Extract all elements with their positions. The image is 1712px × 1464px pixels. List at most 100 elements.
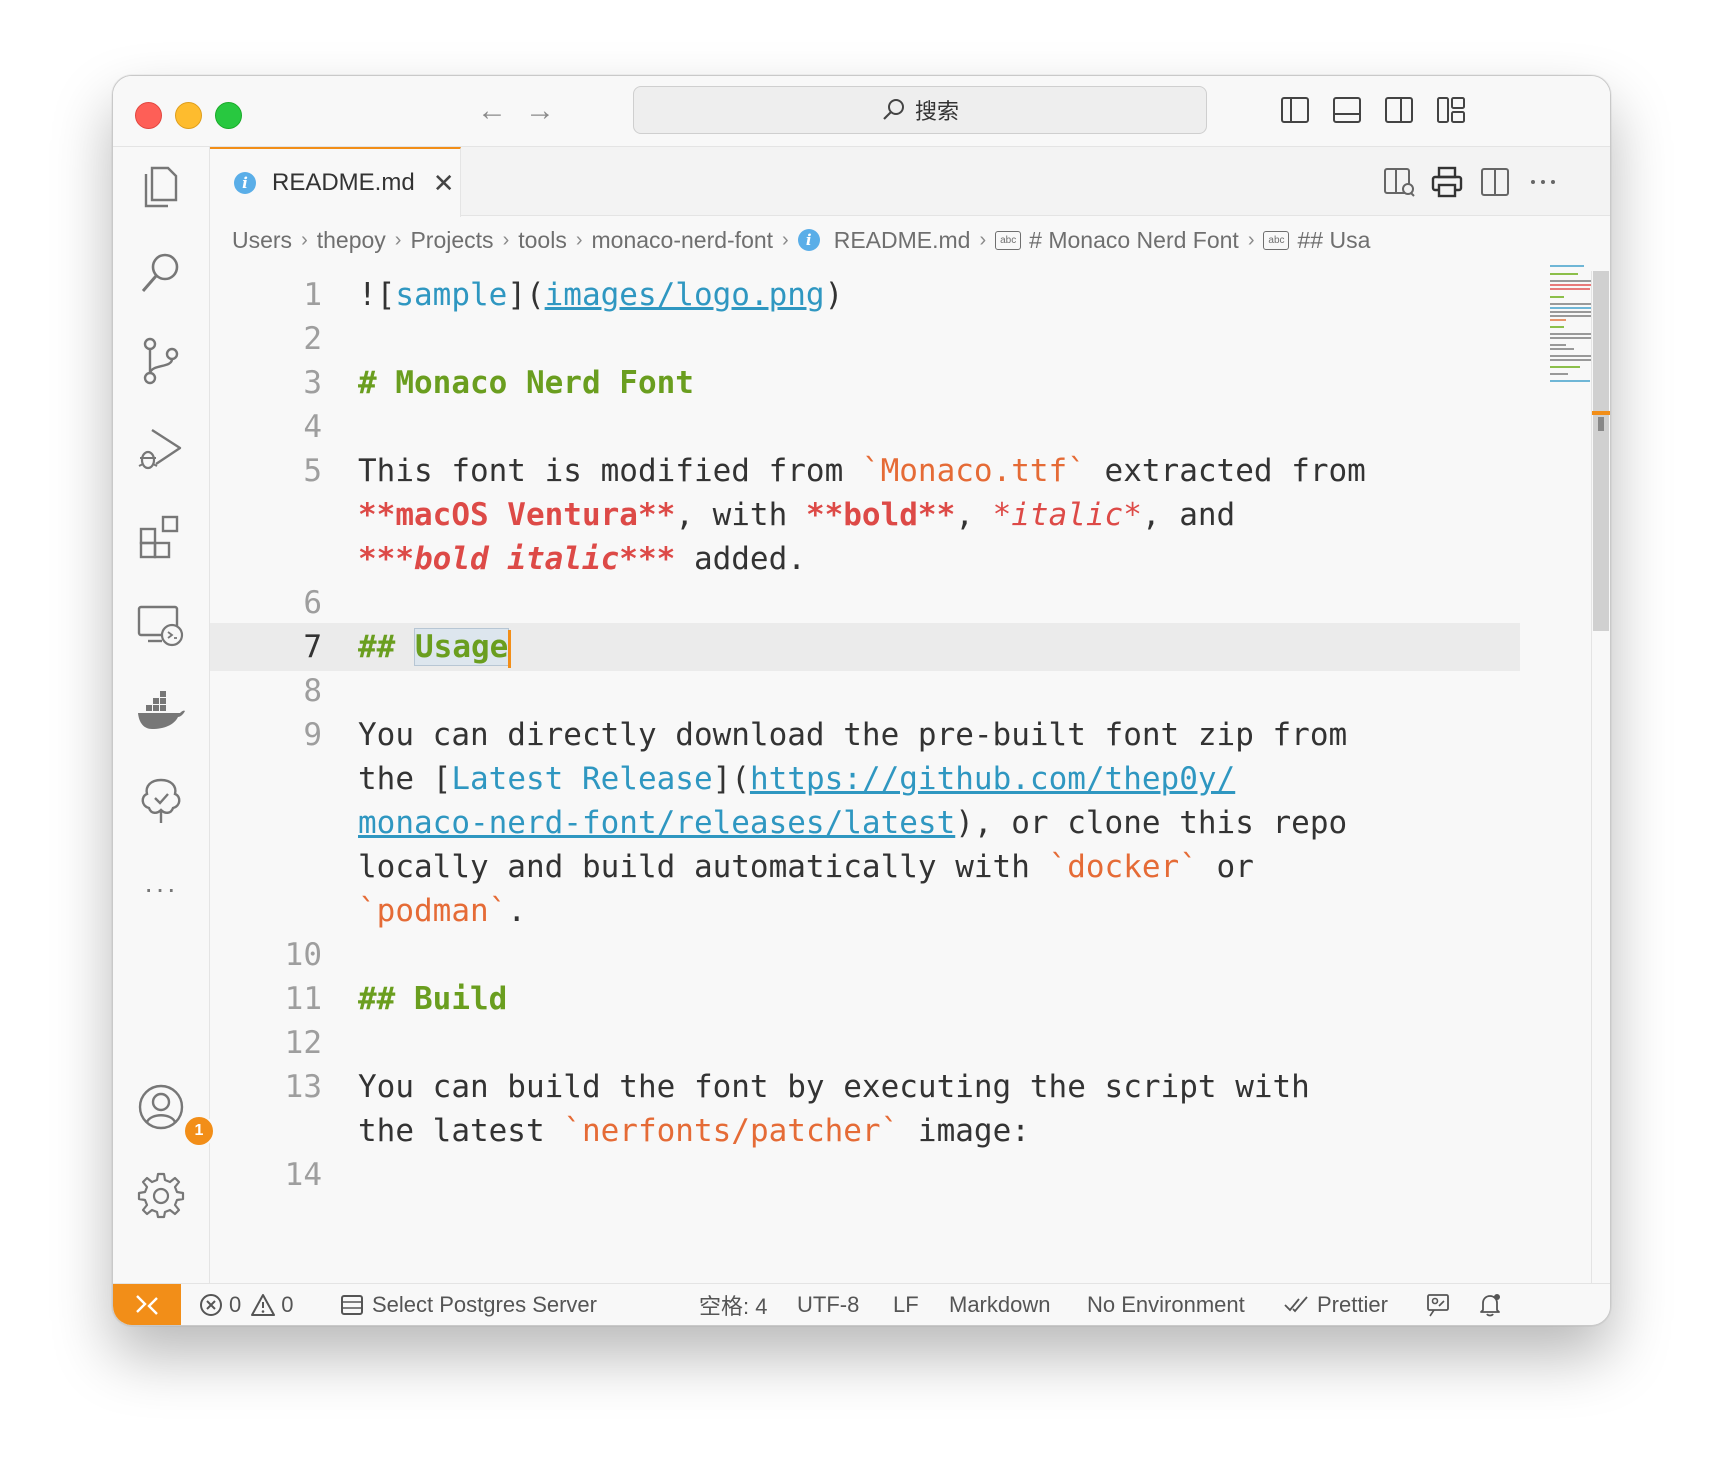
- code-text: monaco-nerd-font/releases/latest), or cl…: [358, 805, 1348, 841]
- forward-arrow-icon[interactable]: →: [525, 94, 555, 128]
- release-url-link[interactable]: https://github.com/thep0y/: [750, 761, 1235, 797]
- code-line-wrap: the latest `nerfonts/patcher` image:: [210, 1107, 1520, 1155]
- chevron-right-icon: ›: [575, 228, 583, 251]
- eol-selector[interactable]: LF: [893, 1284, 919, 1325]
- tab-label: README.md: [272, 169, 415, 196]
- accounts-button[interactable]: 1: [135, 1081, 215, 1147]
- command-center-search[interactable]: 搜索: [633, 86, 1207, 134]
- source-control-button[interactable]: [135, 335, 187, 387]
- line-number: 14: [284, 1157, 322, 1193]
- minimize-window-button[interactable]: [175, 102, 202, 129]
- more-actions-icon[interactable]: [1526, 165, 1560, 199]
- print-icon[interactable]: [1430, 165, 1464, 199]
- string-symbol-icon: abc: [995, 230, 1022, 250]
- zoom-window-button[interactable]: [215, 102, 242, 129]
- title-bar: ← → 搜索: [113, 76, 1610, 147]
- extensions-icon: [139, 515, 179, 559]
- toggle-primary-sidebar-icon[interactable]: [1279, 94, 1311, 126]
- image-url-link[interactable]: images/logo.png: [545, 277, 825, 313]
- language-mode-selector[interactable]: Markdown: [949, 1284, 1050, 1325]
- breadcrumb-readme[interactable]: README.md: [834, 227, 971, 254]
- code-text: You can directly download the pre-built …: [358, 717, 1348, 753]
- breadcrumb-heading-monaco[interactable]: # Monaco Nerd Font: [1029, 227, 1239, 254]
- search-icon: [141, 253, 179, 292]
- docker-button[interactable]: [135, 687, 187, 739]
- error-icon: [200, 1294, 222, 1316]
- notifications-button[interactable]: [1477, 1284, 1503, 1325]
- remote-indicator-button[interactable]: [113, 1284, 181, 1325]
- heading-text: ## Build: [358, 981, 508, 1017]
- account-icon: [138, 1084, 184, 1130]
- breadcrumb-tools[interactable]: tools: [518, 227, 567, 254]
- split-editor-icon[interactable]: [1478, 165, 1512, 199]
- code-text: ***bold italic*** added.: [358, 541, 806, 577]
- prettier-label: Prettier: [1317, 1292, 1388, 1317]
- warning-icon: [251, 1294, 276, 1316]
- code-line: 2: [210, 315, 1520, 363]
- line-number: 10: [284, 937, 322, 973]
- breadcrumb-thepoy[interactable]: thepoy: [317, 227, 386, 254]
- warning-count: 0: [281, 1292, 294, 1317]
- code-line-wrap: monaco-nerd-font/releases/latest), or cl…: [210, 799, 1520, 847]
- files-icon: [144, 166, 178, 208]
- remote-icon: [136, 1295, 158, 1315]
- breadcrumb-projects[interactable]: Projects: [410, 227, 493, 254]
- breadcrumb-users[interactable]: Users: [232, 227, 292, 254]
- bell-icon: [1480, 1294, 1500, 1317]
- remote-explorer-icon: [137, 605, 184, 647]
- feedback-icon: [1427, 1294, 1449, 1317]
- heading-text: ## Usage: [358, 623, 512, 671]
- info-icon: i: [797, 229, 820, 251]
- code-line: 4: [210, 403, 1520, 451]
- vscode-window: ← → 搜索 ··· 1 i README.md ✕ Users › thepo…: [112, 75, 1611, 1326]
- release-url-link[interactable]: monaco-nerd-font/releases/latest: [358, 805, 955, 841]
- editor-area[interactable]: 1 ![sample](images/logo.png) 2 3 # Monac…: [210, 263, 1610, 1283]
- environment-selector[interactable]: No Environment: [1087, 1284, 1245, 1325]
- close-window-button[interactable]: [135, 102, 162, 129]
- code-text: This font is modified from `Monaco.ttf` …: [358, 453, 1366, 489]
- more-views-button[interactable]: ···: [135, 863, 187, 915]
- code-line: 5 This font is modified from `Monaco.ttf…: [210, 447, 1520, 495]
- tree-icon: [141, 778, 181, 823]
- encoding-selector[interactable]: UTF-8: [797, 1284, 859, 1325]
- code-line-wrap: the [Latest Release](https://github.com/…: [210, 755, 1520, 803]
- explorer-button[interactable]: [135, 159, 187, 211]
- gitlens-button[interactable]: [135, 775, 187, 827]
- breadcrumb-heading-usage[interactable]: ## Usa: [1297, 227, 1370, 254]
- postgres-server-selector[interactable]: Select Postgres Server: [340, 1284, 597, 1325]
- vertical-scrollbar[interactable]: [1591, 271, 1610, 1283]
- run-debug-button[interactable]: [135, 423, 187, 475]
- remote-explorer-button[interactable]: [135, 599, 187, 651]
- scrollbar-thumb[interactable]: [1593, 271, 1609, 631]
- indentation-selector[interactable]: 空格: 4: [699, 1284, 767, 1325]
- code-line: 6: [210, 579, 1520, 627]
- search-label: 搜索: [914, 99, 959, 124]
- breadcrumb-monaco-nerd-font[interactable]: monaco-nerd-font: [592, 227, 774, 254]
- code-text: the [Latest Release](https://github.com/…: [358, 761, 1236, 797]
- extensions-button[interactable]: [135, 511, 187, 563]
- toggle-panel-icon[interactable]: [1331, 94, 1363, 126]
- problems-indicator[interactable]: 0 0: [199, 1284, 294, 1325]
- line-number: 3: [303, 365, 322, 401]
- code-line: 14: [210, 1151, 1520, 1199]
- feedback-button[interactable]: [1425, 1284, 1451, 1325]
- customize-layout-icon[interactable]: [1435, 94, 1467, 126]
- status-bar: 0 0 Select Postgres Server 空格: 4 UTF-8 L…: [113, 1283, 1610, 1325]
- code-text: ![sample](images/logo.png): [358, 277, 844, 313]
- cursor-position-marker: [1592, 411, 1610, 415]
- toggle-secondary-sidebar-icon[interactable]: [1383, 94, 1415, 126]
- heading-text: # Monaco Nerd Font: [358, 365, 694, 401]
- line-number: 9: [303, 717, 322, 753]
- code-text: the latest `nerfonts/patcher` image:: [358, 1113, 1030, 1149]
- search-view-button[interactable]: [135, 247, 187, 299]
- code-line: 13 You can build the font by executing t…: [210, 1063, 1520, 1111]
- manage-button[interactable]: [135, 1169, 187, 1221]
- code-text: **macOS Ventura**, with **bold**, *itali…: [358, 497, 1236, 533]
- back-arrow-icon[interactable]: ←: [477, 94, 507, 128]
- prettier-status[interactable]: Prettier: [1283, 1284, 1388, 1325]
- line-number: 2: [303, 321, 322, 357]
- close-icon[interactable]: ✕: [433, 168, 455, 199]
- open-preview-icon[interactable]: [1382, 165, 1416, 199]
- tab-readme[interactable]: i README.md ✕: [210, 147, 461, 217]
- info-icon: i: [234, 172, 256, 194]
